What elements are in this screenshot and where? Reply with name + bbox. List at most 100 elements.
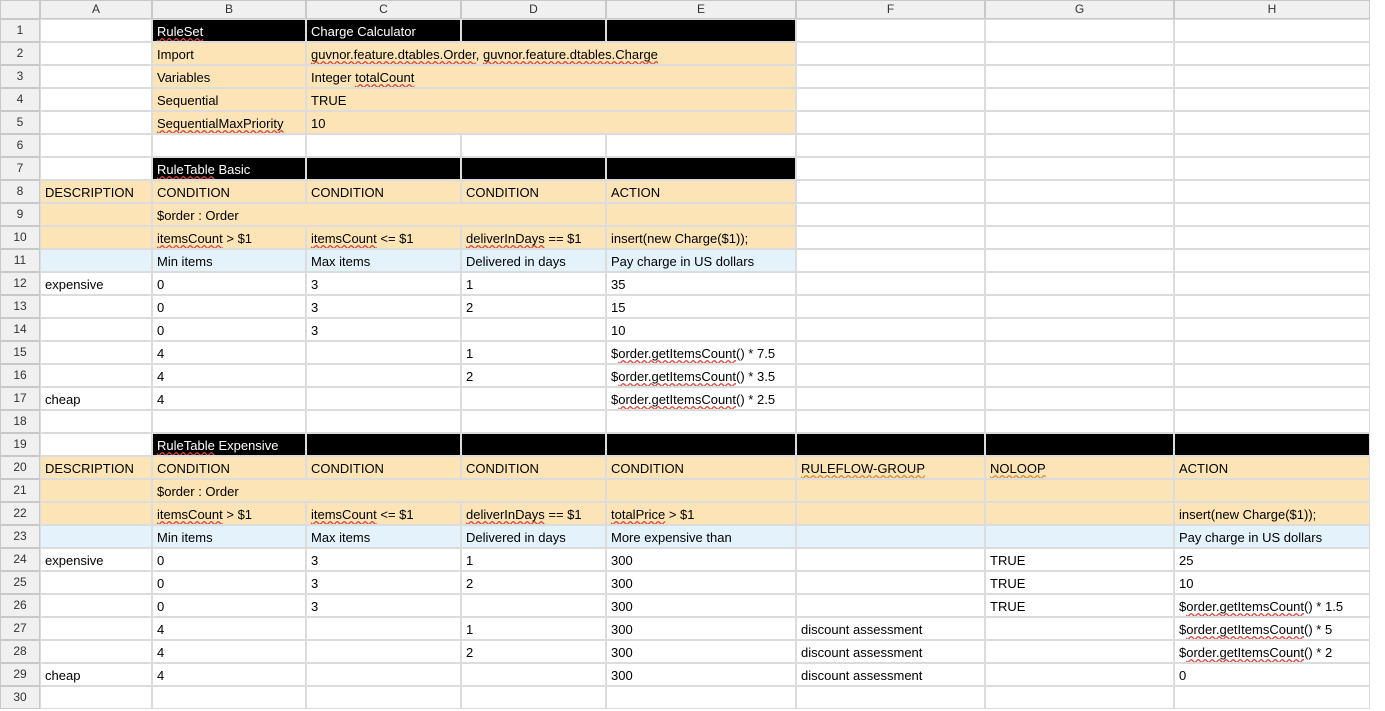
cell-D28[interactable]: 2: [461, 640, 606, 663]
cell-B19[interactable]: RuleTable Expensive: [152, 433, 306, 456]
cell-C6[interactable]: [306, 134, 461, 157]
cell-G17[interactable]: [985, 387, 1174, 410]
cell-F12[interactable]: [796, 272, 985, 295]
cell-F29[interactable]: discount assessment: [796, 663, 985, 686]
cell-E18[interactable]: [606, 410, 796, 433]
cell-G12[interactable]: [985, 272, 1174, 295]
cell-B20[interactable]: CONDITION: [152, 456, 306, 479]
cell-E20[interactable]: CONDITION: [606, 456, 796, 479]
cell-G4[interactable]: [985, 88, 1174, 111]
cell-C20[interactable]: CONDITION: [306, 456, 461, 479]
cell-D15[interactable]: 1: [461, 341, 606, 364]
row-header-20[interactable]: 20: [0, 456, 40, 479]
row-header-18[interactable]: 18: [0, 410, 40, 433]
cell-E7[interactable]: [606, 157, 796, 180]
cell-F5[interactable]: [796, 111, 985, 134]
cell-A3[interactable]: [40, 65, 152, 88]
cell-B24[interactable]: 0: [152, 548, 306, 571]
cell-E12[interactable]: 35: [606, 272, 796, 295]
cell-C10[interactable]: itemsCount <= $1: [306, 226, 461, 249]
cell-G28[interactable]: [985, 640, 1174, 663]
cell-E27[interactable]: 300: [606, 617, 796, 640]
cell-F4[interactable]: [796, 88, 985, 111]
cell-F23[interactable]: [796, 525, 985, 548]
cell-C22[interactable]: itemsCount <= $1: [306, 502, 461, 525]
cell-A14[interactable]: [40, 318, 152, 341]
cell-A5[interactable]: [40, 111, 152, 134]
cell-D10[interactable]: deliverInDays == $1: [461, 226, 606, 249]
cell-B4[interactable]: Sequential: [152, 88, 306, 111]
cell-D25[interactable]: 2: [461, 571, 606, 594]
cell-G11[interactable]: [985, 249, 1174, 272]
cell-F18[interactable]: [796, 410, 985, 433]
cell-B21[interactable]: $order : Order: [152, 479, 606, 502]
cell-H15[interactable]: [1174, 341, 1370, 364]
cell-G1[interactable]: [985, 19, 1174, 42]
cell-G25[interactable]: TRUE: [985, 571, 1174, 594]
cell-A27[interactable]: [40, 617, 152, 640]
cell-C18[interactable]: [306, 410, 461, 433]
cell-H4[interactable]: [1174, 88, 1370, 111]
cell-D30[interactable]: [461, 686, 606, 709]
cell-H26[interactable]: $order.getItemsCount() * 1.5: [1174, 594, 1370, 617]
cell-C30[interactable]: [306, 686, 461, 709]
cell-C25[interactable]: 3: [306, 571, 461, 594]
row-header-21[interactable]: 21: [0, 479, 40, 502]
cell-E16[interactable]: $order.getItemsCount() * 3.5: [606, 364, 796, 387]
cell-F22[interactable]: [796, 502, 985, 525]
cell-H5[interactable]: [1174, 111, 1370, 134]
cell-E25[interactable]: 300: [606, 571, 796, 594]
cell-H14[interactable]: [1174, 318, 1370, 341]
cell-D19[interactable]: [461, 433, 606, 456]
cell-B7[interactable]: RuleTable Basic: [152, 157, 306, 180]
cell-H18[interactable]: [1174, 410, 1370, 433]
cell-C13[interactable]: 3: [306, 295, 461, 318]
row-header-23[interactable]: 23: [0, 525, 40, 548]
row-header-29[interactable]: 29: [0, 663, 40, 686]
cell-A30[interactable]: [40, 686, 152, 709]
cell-H29[interactable]: 0: [1174, 663, 1370, 686]
cell-H12[interactable]: [1174, 272, 1370, 295]
cell-C19[interactable]: [306, 433, 461, 456]
row-header-19[interactable]: 19: [0, 433, 40, 456]
cell-F17[interactable]: [796, 387, 985, 410]
cell-D24[interactable]: 1: [461, 548, 606, 571]
cell-C24[interactable]: 3: [306, 548, 461, 571]
cell-D27[interactable]: 1: [461, 617, 606, 640]
cell-A18[interactable]: [40, 410, 152, 433]
cell-A15[interactable]: [40, 341, 152, 364]
row-header-8[interactable]: 8: [0, 180, 40, 203]
cell-F26[interactable]: [796, 594, 985, 617]
cell-G16[interactable]: [985, 364, 1174, 387]
cell-B15[interactable]: 4: [152, 341, 306, 364]
cell-D20[interactable]: CONDITION: [461, 456, 606, 479]
cell-D11[interactable]: Delivered in days: [461, 249, 606, 272]
cell-A17[interactable]: cheap: [40, 387, 152, 410]
column-header-G[interactable]: G: [985, 0, 1174, 19]
cell-A28[interactable]: [40, 640, 152, 663]
cell-D14[interactable]: [461, 318, 606, 341]
row-header-24[interactable]: 24: [0, 548, 40, 571]
cell-B16[interactable]: 4: [152, 364, 306, 387]
cell-H16[interactable]: [1174, 364, 1370, 387]
cell-C23[interactable]: Max items: [306, 525, 461, 548]
cell-F25[interactable]: [796, 571, 985, 594]
cell-A7[interactable]: [40, 157, 152, 180]
cell-F14[interactable]: [796, 318, 985, 341]
cell-A20[interactable]: DESCRIPTION: [40, 456, 152, 479]
cell-B10[interactable]: itemsCount > $1: [152, 226, 306, 249]
cell-H27[interactable]: $order.getItemsCount() * 5: [1174, 617, 1370, 640]
cell-E11[interactable]: Pay charge in US dollars: [606, 249, 796, 272]
cell-B9[interactable]: $order : Order: [152, 203, 606, 226]
cell-A23[interactable]: [40, 525, 152, 548]
cell-E6[interactable]: [606, 134, 796, 157]
cell-H19[interactable]: [1174, 433, 1370, 456]
cell-B26[interactable]: 0: [152, 594, 306, 617]
cell-G26[interactable]: TRUE: [985, 594, 1174, 617]
row-header-15[interactable]: 15: [0, 341, 40, 364]
cell-G20[interactable]: NOLOOP: [985, 456, 1174, 479]
cell-E13[interactable]: 15: [606, 295, 796, 318]
cell-G24[interactable]: TRUE: [985, 548, 1174, 571]
cell-F20[interactable]: RULEFLOW-GROUP: [796, 456, 985, 479]
column-header-B[interactable]: B: [152, 0, 306, 19]
